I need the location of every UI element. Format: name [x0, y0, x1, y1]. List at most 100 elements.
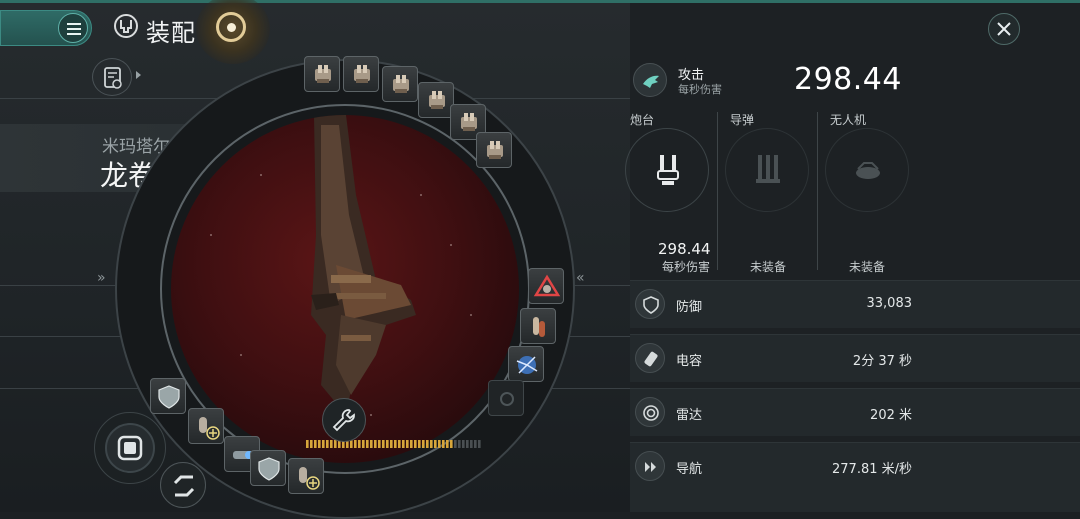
- stat-row-defense[interactable]: 防御 33,083: [630, 280, 1080, 328]
- ship-frame-icon: [105, 423, 155, 473]
- page-title: 装配: [146, 19, 196, 47]
- energy-segment: [390, 440, 393, 448]
- energy-segment: [426, 440, 429, 448]
- radar-icon: [635, 397, 665, 427]
- turret-dps-value: 298.44: [658, 240, 711, 258]
- warp-disruptor-icon: [533, 274, 561, 297]
- hamburger-icon: [67, 23, 81, 25]
- energy-segment: [374, 440, 377, 448]
- high-slot-1[interactable]: [304, 56, 340, 92]
- shield-icon: [635, 289, 665, 319]
- energy-segment: [462, 440, 465, 448]
- drone-icon: [856, 162, 880, 179]
- stat-row-navigation[interactable]: 导航 277.81 米/秒: [630, 442, 1080, 512]
- turret-slot-circle[interactable]: [625, 128, 709, 212]
- energy-segment: [310, 440, 313, 448]
- top-accent-line: [0, 0, 1080, 3]
- stat-label: 电容: [676, 354, 703, 369]
- wrench-icon: [332, 409, 355, 432]
- stat-row-radar[interactable]: 雷达 202 米: [630, 388, 1080, 436]
- energy-segment: [402, 440, 405, 448]
- missile-slot-circle[interactable]: [725, 128, 809, 212]
- energy-segment: [306, 440, 309, 448]
- energy-segment: [422, 440, 425, 448]
- weapon-separator: [717, 112, 718, 270]
- expand-right-arrow-icon[interactable]: «: [576, 270, 585, 286]
- shield-module-icon: [258, 457, 280, 481]
- energy-segment: [470, 440, 473, 448]
- energy-segment: [478, 440, 481, 448]
- turret-icon: [657, 155, 679, 185]
- mid-slot-3[interactable]: [508, 346, 544, 382]
- scan-icon-core: [227, 23, 236, 32]
- clipboard-gear-icon: [104, 67, 122, 89]
- missile-icon: [756, 155, 780, 183]
- repair-button[interactable]: [322, 398, 366, 442]
- attack-dps-value: 298.44: [794, 62, 902, 97]
- turret-module-icon: [429, 91, 445, 109]
- stat-value: 33,083: [866, 296, 913, 311]
- energy-segment: [414, 440, 417, 448]
- energy-segment: [446, 440, 449, 448]
- turret-module-icon: [315, 65, 331, 83]
- energy-segment: [394, 440, 397, 448]
- energy-segment: [442, 440, 445, 448]
- saved-fittings-button[interactable]: [92, 58, 132, 96]
- low-slot-1[interactable]: [150, 378, 186, 414]
- energy-segment: [430, 440, 433, 448]
- ship-view-button[interactable]: [94, 412, 166, 484]
- stat-value: 277.81 米/秒: [832, 462, 912, 477]
- turret-label: 炮台: [630, 113, 655, 127]
- high-slot-3[interactable]: [382, 66, 418, 102]
- mid-slot-empty[interactable]: [488, 380, 524, 416]
- turret-module-icon: [393, 75, 409, 93]
- drone-status: 未装备: [849, 260, 886, 274]
- attack-subtitle: 每秒伤害: [678, 83, 722, 96]
- energy-segment: [406, 440, 409, 448]
- booster-module-icon: [533, 317, 545, 337]
- expand-arrow-icon[interactable]: [136, 71, 141, 79]
- attack-icon: [633, 63, 667, 97]
- energy-segment: [458, 440, 461, 448]
- energy-segment: [370, 440, 373, 448]
- low-slot-2[interactable]: [188, 408, 224, 444]
- fitting-icon: [112, 12, 140, 40]
- capacitor-icon: [635, 343, 665, 373]
- low-slot-5[interactable]: [288, 458, 324, 494]
- high-slot-6[interactable]: [476, 132, 512, 168]
- navigation-icon: [635, 451, 665, 481]
- mid-slot-2[interactable]: [520, 308, 556, 344]
- energy-segment: [386, 440, 389, 448]
- energy-segment: [314, 440, 317, 448]
- module-add-icon: [299, 467, 320, 490]
- turret-module-icon: [487, 141, 503, 159]
- mid-slot-1[interactable]: [528, 268, 564, 304]
- high-slot-2[interactable]: [343, 56, 379, 92]
- close-button[interactable]: [988, 13, 1020, 45]
- stat-row-capacitor[interactable]: 电容 2分 37 秒: [630, 334, 1080, 382]
- stat-label: 防御: [676, 300, 703, 315]
- low-slot-4[interactable]: [250, 450, 286, 486]
- ecm-module-icon: [516, 356, 538, 374]
- drone-slot-circle[interactable]: [825, 128, 909, 212]
- stat-value: 202 米: [870, 408, 912, 423]
- stat-label: 导航: [676, 462, 703, 477]
- missile-status: 未装备: [750, 260, 787, 274]
- high-slot-4[interactable]: [418, 82, 454, 118]
- menu-icon-circle: [58, 13, 88, 43]
- stat-label: 雷达: [676, 408, 703, 423]
- close-icon: [997, 22, 1011, 36]
- energy-segment: [438, 440, 441, 448]
- energy-segment: [382, 440, 385, 448]
- collapse-left-arrow-icon[interactable]: »: [97, 270, 106, 286]
- energy-segment: [418, 440, 421, 448]
- swap-button[interactable]: [160, 462, 206, 508]
- energy-segment: [434, 440, 437, 448]
- energy-segment: [454, 440, 457, 448]
- module-add-icon: [199, 417, 220, 440]
- turret-dps-label: 每秒伤害: [662, 260, 711, 274]
- drone-label: 无人机: [830, 113, 867, 127]
- menu-button[interactable]: [0, 10, 92, 46]
- energy-segment: [450, 440, 453, 448]
- shield-module-icon: [158, 385, 180, 409]
